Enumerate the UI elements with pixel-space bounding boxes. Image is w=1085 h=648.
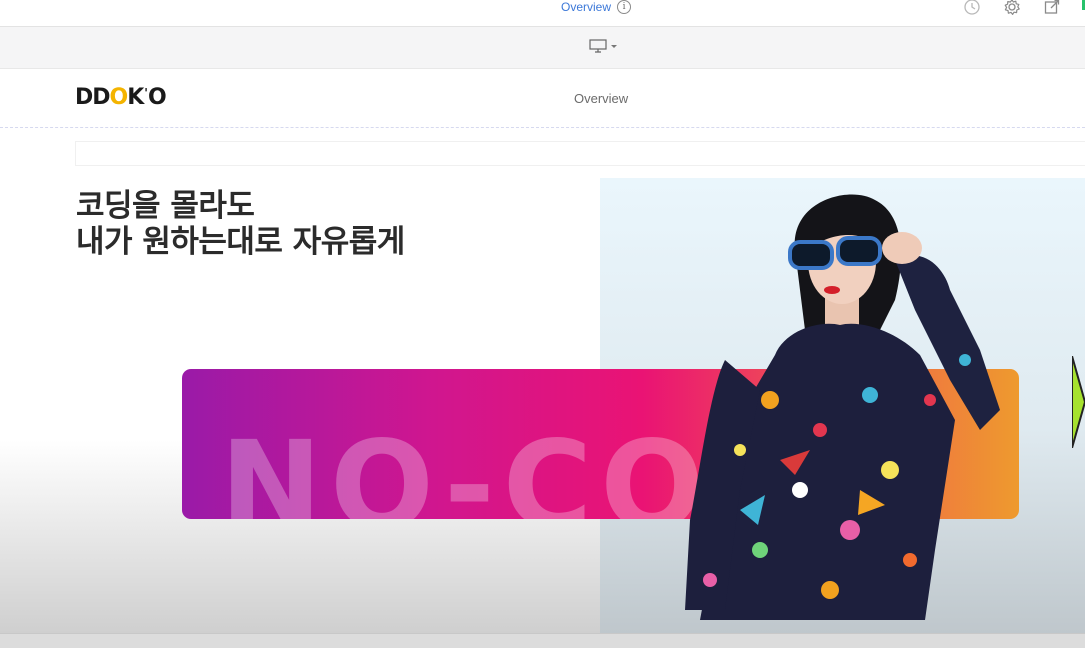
desktop-icon	[589, 39, 607, 53]
info-icon[interactable]: i	[617, 0, 632, 14]
history-icon[interactable]	[963, 0, 981, 16]
device-preview-bar	[0, 27, 1085, 69]
editor-bottom-bar	[0, 633, 1085, 648]
hero-model-image	[685, 194, 1000, 620]
nav-link-overview[interactable]: Overview	[574, 91, 628, 106]
hero-heading-line-2: 내가 원하는대로 자유롭게	[76, 224, 405, 260]
empty-section-placeholder	[75, 141, 1085, 166]
page-tab-label: Overview	[561, 0, 612, 14]
hero-heading: 코딩을 몰라도 내가 원하는대로 자유롭게	[76, 188, 405, 260]
page-tab-overview[interactable]: Overview i	[561, 0, 632, 14]
site-header: DD O K ' O Overview	[0, 69, 1085, 128]
device-switcher[interactable]	[589, 39, 617, 53]
chevron-down-icon	[611, 44, 617, 48]
editor-toolbar: Overview i	[0, 0, 1085, 27]
next-slide-arrow-icon[interactable]	[1072, 356, 1085, 448]
gear-icon[interactable]	[1003, 0, 1021, 16]
site-logo[interactable]: DD O K ' O	[75, 86, 167, 110]
hero-heading-line-1: 코딩을 몰라도	[76, 188, 255, 224]
external-edit-icon[interactable]	[1043, 0, 1061, 16]
